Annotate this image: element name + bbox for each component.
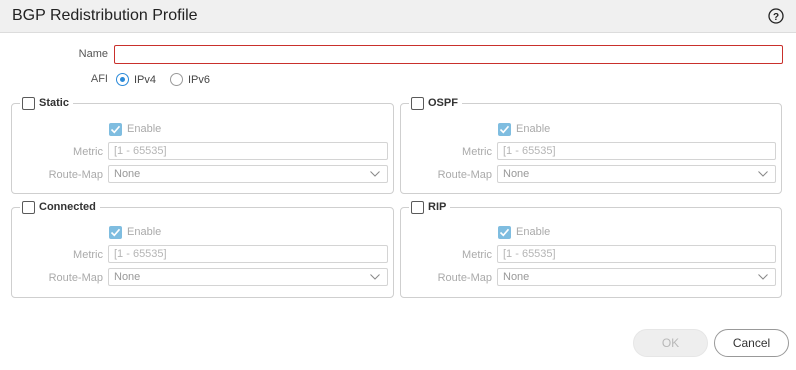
name-input[interactable] [114, 45, 783, 64]
ospf-enable-label: Enable [516, 123, 551, 135]
connected-metric-input[interactable]: [1 - 65535] [108, 245, 388, 263]
chevron-down-icon [758, 171, 768, 177]
ospf-metric-label: Metric [462, 146, 492, 158]
static-enable-checkbox[interactable] [109, 123, 122, 136]
chevron-down-icon [370, 274, 380, 280]
connected-route-map-select[interactable]: None [108, 268, 388, 286]
ospf-route-map-label: Route-Map [437, 169, 492, 181]
rip-title: RIP [428, 201, 447, 213]
connected-enable-label: Enable [127, 226, 162, 238]
rip-metric-input[interactable]: [1 - 65535] [497, 245, 776, 263]
ospf-route-map-select[interactable]: None [497, 165, 776, 183]
rip-metric-label: Metric [462, 249, 492, 261]
chevron-down-icon [758, 274, 768, 280]
afi-ipv4-label: IPv4 [134, 74, 157, 86]
ospf-group-header: OSPF [409, 95, 462, 111]
name-label: Name [78, 48, 108, 60]
connected-metric-label: Metric [73, 249, 103, 261]
static-route-map-label: Route-Map [48, 169, 103, 181]
dialog-title: BGP Redistribution Profile [12, 7, 198, 24]
rip-route-map-label: Route-Map [437, 272, 492, 284]
ospf-checkbox[interactable] [411, 96, 424, 110]
static-checkbox[interactable] [22, 96, 35, 110]
static-title: Static [39, 97, 69, 109]
connected-enable-checkbox[interactable] [109, 226, 122, 239]
static-metric-input[interactable]: [1 - 65535] [108, 142, 388, 160]
afi-ipv6-label: IPv6 [188, 74, 211, 86]
rip-checkbox[interactable] [411, 200, 424, 214]
ok-button[interactable]: OK [633, 329, 708, 357]
ospf-metric-input[interactable]: [1 - 65535] [497, 142, 776, 160]
ospf-enable-checkbox[interactable] [498, 123, 511, 136]
help-icon[interactable]: ? [768, 8, 784, 24]
rip-enable-checkbox[interactable] [498, 226, 511, 239]
rip-group-header: RIP [409, 199, 451, 215]
connected-group-header: Connected [20, 199, 100, 215]
connected-route-map-label: Route-Map [48, 272, 103, 284]
connected-checkbox[interactable] [22, 200, 35, 214]
chevron-down-icon [370, 171, 380, 177]
rip-enable-label: Enable [516, 226, 551, 238]
connected-title: Connected [39, 201, 96, 213]
svg-text:?: ? [773, 12, 779, 23]
static-enable-label: Enable [127, 123, 162, 135]
cancel-button[interactable]: Cancel [714, 329, 789, 357]
static-group-header: Static [20, 95, 73, 111]
afi-label: AFI [90, 73, 108, 85]
afi-ipv4-radio[interactable] [116, 73, 129, 86]
static-route-map-select[interactable]: None [108, 165, 388, 183]
afi-ipv6-radio[interactable] [170, 73, 183, 86]
ospf-title: OSPF [428, 97, 458, 109]
dialog-titlebar: BGP Redistribution Profile ? [0, 0, 796, 33]
rip-route-map-select[interactable]: None [497, 268, 776, 286]
static-metric-label: Metric [73, 146, 103, 158]
